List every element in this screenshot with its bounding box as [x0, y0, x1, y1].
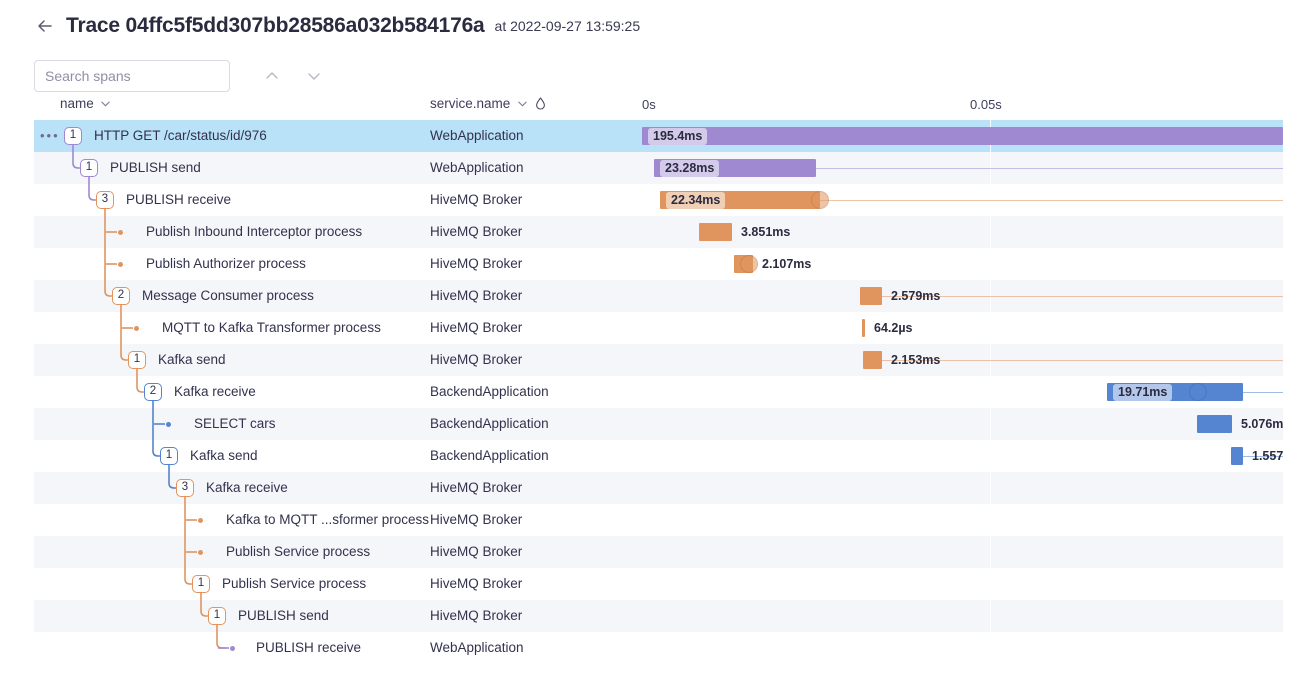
table-row[interactable]: Kafka send HiveMQ Broker — [34, 344, 1283, 376]
span-name: Publish Inbound Interceptor process — [146, 224, 363, 239]
span-name: HTTP GET /car/status/id/976 — [94, 128, 267, 143]
span-service-name: HiveMQ Broker — [430, 544, 523, 559]
span-name: SELECT cars — [194, 416, 276, 431]
span-service-name: HiveMQ Broker — [430, 256, 523, 271]
timeline-tick-005s: 0.05s — [970, 97, 1002, 112]
chevron-down-icon[interactable] — [298, 60, 330, 92]
span-name: Kafka send — [190, 448, 258, 463]
filter-icon[interactable] — [535, 97, 546, 110]
table-row[interactable]: Kafka receive HiveMQ Broker — [34, 472, 1283, 504]
table-row[interactable]: PUBLISH send WebApplication — [34, 152, 1283, 184]
row-actions-icon[interactable]: ••• — [40, 120, 60, 152]
arrow-left-icon[interactable] — [34, 15, 56, 37]
table-row[interactable]: Publish Service process HiveMQ Broker — [34, 568, 1283, 600]
span-service-name: BackendApplication — [430, 416, 549, 431]
span-service-name: HiveMQ Broker — [430, 224, 523, 239]
span-service-name: HiveMQ Broker — [430, 320, 523, 335]
table-row[interactable]: Kafka receive BackendApplication — [34, 376, 1283, 408]
span-name: Kafka send — [158, 352, 226, 367]
span-service-name: BackendApplication — [430, 448, 549, 463]
span-table[interactable]: ••• HTTP GET /car/status/id/976 WebApplica… — [34, 120, 1283, 674]
span-name: PUBLISH send — [110, 160, 201, 175]
page-title: Trace 04ffc5f5dd307bb28586a032b584176a — [66, 14, 485, 37]
span-service-name: BackendApplication — [430, 384, 549, 399]
column-header-service[interactable]: service.name — [430, 96, 546, 111]
span-name: Kafka receive — [174, 384, 256, 399]
table-row[interactable]: PUBLISH receive HiveMQ Broker — [34, 184, 1283, 216]
table-row[interactable]: Publish Inbound Interceptor process HiveM… — [34, 216, 1283, 248]
column-header-name-label: name — [60, 96, 94, 111]
span-name: PUBLISH receive — [256, 640, 362, 655]
chevron-down-icon[interactable] — [517, 98, 528, 109]
table-row[interactable]: Message Consumer process HiveMQ Broker — [34, 280, 1283, 312]
search-input[interactable] — [34, 60, 230, 92]
table-row[interactable]: PUBLISH send HiveMQ Broker — [34, 600, 1283, 632]
table-row[interactable]: Kafka to MQTT ...sformer process HiveMQ B… — [34, 504, 1283, 536]
span-service-name: WebApplication — [430, 640, 524, 655]
span-name: Publish Service process — [222, 576, 367, 591]
span-service-name: HiveMQ Broker — [430, 576, 523, 591]
span-service-name: HiveMQ Broker — [430, 352, 523, 367]
span-service-name: HiveMQ Broker — [430, 480, 523, 495]
table-row[interactable]: Kafka send BackendApplication — [34, 440, 1283, 472]
column-header-name[interactable]: name — [60, 96, 111, 111]
table-row[interactable]: Publish Service process HiveMQ Broker — [34, 536, 1283, 568]
chevron-down-icon[interactable] — [100, 98, 111, 109]
trace-timestamp: at 2022-09-27 13:59:25 — [494, 17, 641, 34]
column-header-service-label: service.name — [430, 96, 511, 111]
table-row[interactable]: ••• HTTP GET /car/status/id/976 WebApplica… — [34, 120, 1283, 152]
span-service-name: HiveMQ Broker — [430, 608, 523, 623]
span-name: MQTT to Kafka Transformer process — [162, 320, 381, 335]
page-header: Trace 04ffc5f5dd307bb28586a032b584176a a… — [0, 0, 1312, 42]
column-header-row: name service.name 0s 0.05s — [34, 94, 1283, 120]
span-search-toolbar — [0, 42, 1312, 94]
span-name: Publish Service process — [226, 544, 371, 559]
span-name: PUBLISH receive — [126, 192, 232, 207]
table-row[interactable]: SELECT cars BackendApplication — [34, 408, 1283, 440]
table-row[interactable]: Publish Authorizer process HiveMQ Broker — [34, 248, 1283, 280]
span-name: PUBLISH send — [238, 608, 329, 623]
span-name: Kafka receive — [206, 480, 288, 495]
timeline-tick-0s: 0s — [642, 97, 656, 112]
span-name: Publish Authorizer process — [146, 256, 306, 271]
span-service-name: HiveMQ Broker — [430, 512, 523, 527]
chevron-up-icon[interactable] — [256, 60, 288, 92]
table-row[interactable]: PUBLISH receive WebApplication — [34, 632, 1283, 664]
span-name: Kafka to MQTT ...sformer process — [226, 512, 430, 527]
span-name: Message Consumer process — [142, 288, 314, 303]
span-rows: ••• HTTP GET /car/status/id/976 WebApplica… — [34, 120, 1283, 664]
span-service-name: HiveMQ Broker — [430, 192, 523, 207]
span-service-name: HiveMQ Broker — [430, 288, 523, 303]
span-service-name: WebApplication — [430, 128, 524, 143]
span-service-name: WebApplication — [430, 160, 524, 175]
table-row[interactable]: MQTT to Kafka Transformer process HiveMQ … — [34, 312, 1283, 344]
